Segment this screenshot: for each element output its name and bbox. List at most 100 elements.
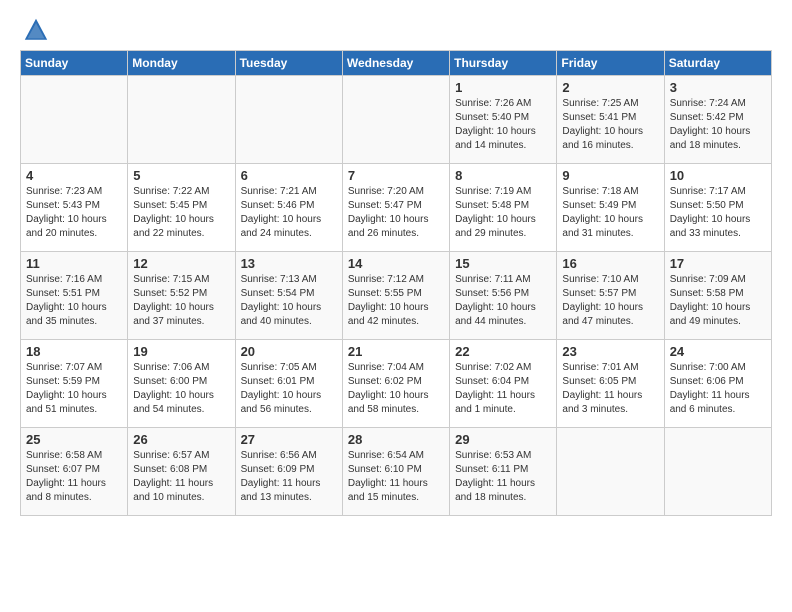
calendar-cell: 16 Sunrise: 7:10 AMSunset: 5:57 PMDayligh… — [557, 252, 664, 340]
day-number: 16 — [562, 256, 658, 271]
calendar-cell: 26 Sunrise: 6:57 AMSunset: 6:08 PMDayligh… — [128, 428, 235, 516]
day-number: 9 — [562, 168, 658, 183]
day-info: Sunrise: 7:15 AMSunset: 5:52 PMDaylight:… — [133, 273, 229, 329]
day-number: 19 — [133, 344, 229, 359]
week-row-2: 4 Sunrise: 7:23 AMSunset: 5:43 PMDaylight… — [21, 164, 772, 252]
day-number: 26 — [133, 432, 229, 447]
day-number: 29 — [455, 432, 551, 447]
day-info: Sunrise: 7:07 AMSunset: 5:59 PMDaylight:… — [26, 361, 122, 417]
calendar-cell: 11 Sunrise: 7:16 AMSunset: 5:51 PMDayligh… — [21, 252, 128, 340]
day-number: 2 — [562, 80, 658, 95]
calendar-cell: 19 Sunrise: 7:06 AMSunset: 6:00 PMDayligh… — [128, 340, 235, 428]
calendar-cell: 8 Sunrise: 7:19 AMSunset: 5:48 PMDaylight… — [450, 164, 557, 252]
calendar-cell: 6Sunrise: 7:21 AMSunset: 5:46 PMDaylight… — [235, 164, 342, 252]
day-number: 28 — [348, 432, 444, 447]
day-info: Sunrise: 6:58 AMSunset: 6:07 PMDaylight:… — [26, 449, 122, 505]
header — [20, 16, 772, 44]
calendar-cell: 13 Sunrise: 7:13 AMSunset: 5:54 PMDayligh… — [235, 252, 342, 340]
calendar-cell: 1 Sunrise: 7:26 AMSunset: 5:40 PMDaylight… — [450, 76, 557, 164]
header-cell-thursday: Thursday — [450, 51, 557, 76]
day-info: Sunrise: 7:10 AMSunset: 5:57 PMDaylight:… — [562, 273, 658, 329]
calendar-cell: 7 Sunrise: 7:20 AMSunset: 5:47 PMDaylight… — [342, 164, 449, 252]
day-info: Sunrise: 7:01 AMSunset: 6:05 PMDaylight:… — [562, 361, 658, 417]
day-number: 25 — [26, 432, 122, 447]
day-number: 12 — [133, 256, 229, 271]
calendar-cell: 25 Sunrise: 6:58 AMSunset: 6:07 PMDayligh… — [21, 428, 128, 516]
page: SundayMondayTuesdayWednesdayThursdayFrid… — [0, 0, 792, 532]
calendar-cell — [557, 428, 664, 516]
calendar-cell — [342, 76, 449, 164]
calendar-cell: 27 Sunrise: 6:56 AMSunset: 6:09 PMDayligh… — [235, 428, 342, 516]
day-number: 4 — [26, 168, 122, 183]
day-number: 1 — [455, 80, 551, 95]
day-info: Sunrise: 7:22 AMSunset: 5:45 PMDaylight:… — [133, 185, 229, 241]
logo-icon — [22, 16, 50, 44]
calendar-cell: 3Sunrise: 7:24 AMSunset: 5:42 PMDaylight… — [664, 76, 771, 164]
day-info: Sunrise: 7:23 AMSunset: 5:43 PMDaylight:… — [26, 185, 122, 241]
day-info: Sunrise: 7:11 AMSunset: 5:56 PMDaylight:… — [455, 273, 551, 329]
day-info: Sunrise: 7:17 AMSunset: 5:50 PMDaylight:… — [670, 185, 766, 241]
calendar-header: SundayMondayTuesdayWednesdayThursdayFrid… — [21, 51, 772, 76]
calendar-cell: 12 Sunrise: 7:15 AMSunset: 5:52 PMDayligh… — [128, 252, 235, 340]
day-info: Sunrise: 7:12 AMSunset: 5:55 PMDaylight:… — [348, 273, 444, 329]
day-info: Sunrise: 7:16 AMSunset: 5:51 PMDaylight:… — [26, 273, 122, 329]
day-info: Sunrise: 7:19 AMSunset: 5:48 PMDaylight:… — [455, 185, 551, 241]
day-number: 10 — [670, 168, 766, 183]
day-number: 23 — [562, 344, 658, 359]
day-number: 20 — [241, 344, 337, 359]
calendar-cell — [21, 76, 128, 164]
day-info: Sunrise: 6:57 AMSunset: 6:08 PMDaylight:… — [133, 449, 229, 505]
day-info: Sunrise: 7:20 AMSunset: 5:47 PMDaylight:… — [348, 185, 444, 241]
day-info: Sunrise: 7:13 AMSunset: 5:54 PMDaylight:… — [241, 273, 337, 329]
day-number: 27 — [241, 432, 337, 447]
calendar-cell: 18 Sunrise: 7:07 AMSunset: 5:59 PMDayligh… — [21, 340, 128, 428]
logo — [20, 16, 50, 44]
day-number: 14 — [348, 256, 444, 271]
day-number: 18 — [26, 344, 122, 359]
week-row-3: 11 Sunrise: 7:16 AMSunset: 5:51 PMDayligh… — [21, 252, 772, 340]
calendar-cell: 14 Sunrise: 7:12 AMSunset: 5:55 PMDayligh… — [342, 252, 449, 340]
header-cell-monday: Monday — [128, 51, 235, 76]
calendar-cell: 15 Sunrise: 7:11 AMSunset: 5:56 PMDayligh… — [450, 252, 557, 340]
day-number: 6 — [241, 168, 337, 183]
day-number: 24 — [670, 344, 766, 359]
day-info: Sunrise: 7:18 AMSunset: 5:49 PMDaylight:… — [562, 185, 658, 241]
day-info: Sunrise: 7:09 AMSunset: 5:58 PMDaylight:… — [670, 273, 766, 329]
day-number: 15 — [455, 256, 551, 271]
calendar-cell: 20Sunrise: 7:05 AMSunset: 6:01 PMDayligh… — [235, 340, 342, 428]
day-number: 22 — [455, 344, 551, 359]
day-number: 13 — [241, 256, 337, 271]
calendar-cell: 24 Sunrise: 7:00 AMSunset: 6:06 PMDayligh… — [664, 340, 771, 428]
day-info: Sunrise: 7:24 AMSunset: 5:42 PMDaylight:… — [670, 97, 766, 153]
week-row-1: 1 Sunrise: 7:26 AMSunset: 5:40 PMDaylight… — [21, 76, 772, 164]
calendar-table: SundayMondayTuesdayWednesdayThursdayFrid… — [20, 50, 772, 516]
day-info: Sunrise: 7:02 AMSunset: 6:04 PMDaylight:… — [455, 361, 551, 417]
day-info: Sunrise: 6:56 AMSunset: 6:09 PMDaylight:… — [241, 449, 337, 505]
calendar-cell: 4 Sunrise: 7:23 AMSunset: 5:43 PMDaylight… — [21, 164, 128, 252]
calendar-cell — [128, 76, 235, 164]
calendar-cell: 2 Sunrise: 7:25 AMSunset: 5:41 PMDaylight… — [557, 76, 664, 164]
calendar-cell: 9 Sunrise: 7:18 AMSunset: 5:49 PMDaylight… — [557, 164, 664, 252]
day-number: 5 — [133, 168, 229, 183]
day-info: Sunrise: 7:04 AMSunset: 6:02 PMDaylight:… — [348, 361, 444, 417]
day-number: 11 — [26, 256, 122, 271]
day-info: Sunrise: 7:25 AMSunset: 5:41 PMDaylight:… — [562, 97, 658, 153]
calendar-body: 1 Sunrise: 7:26 AMSunset: 5:40 PMDaylight… — [21, 76, 772, 516]
header-cell-wednesday: Wednesday — [342, 51, 449, 76]
calendar-cell: 5 Sunrise: 7:22 AMSunset: 5:45 PMDaylight… — [128, 164, 235, 252]
day-number: 8 — [455, 168, 551, 183]
week-row-4: 18 Sunrise: 7:07 AMSunset: 5:59 PMDayligh… — [21, 340, 772, 428]
day-number: 21 — [348, 344, 444, 359]
calendar-cell: 28Sunrise: 6:54 AMSunset: 6:10 PMDayligh… — [342, 428, 449, 516]
day-number: 7 — [348, 168, 444, 183]
header-cell-friday: Friday — [557, 51, 664, 76]
calendar-cell: 17Sunrise: 7:09 AMSunset: 5:58 PMDayligh… — [664, 252, 771, 340]
week-row-5: 25 Sunrise: 6:58 AMSunset: 6:07 PMDayligh… — [21, 428, 772, 516]
header-cell-tuesday: Tuesday — [235, 51, 342, 76]
day-info: Sunrise: 6:53 AMSunset: 6:11 PMDaylight:… — [455, 449, 551, 505]
day-info: Sunrise: 7:00 AMSunset: 6:06 PMDaylight:… — [670, 361, 766, 417]
day-info: Sunrise: 7:06 AMSunset: 6:00 PMDaylight:… — [133, 361, 229, 417]
day-info: Sunrise: 7:26 AMSunset: 5:40 PMDaylight:… — [455, 97, 551, 153]
header-cell-saturday: Saturday — [664, 51, 771, 76]
header-row: SundayMondayTuesdayWednesdayThursdayFrid… — [21, 51, 772, 76]
